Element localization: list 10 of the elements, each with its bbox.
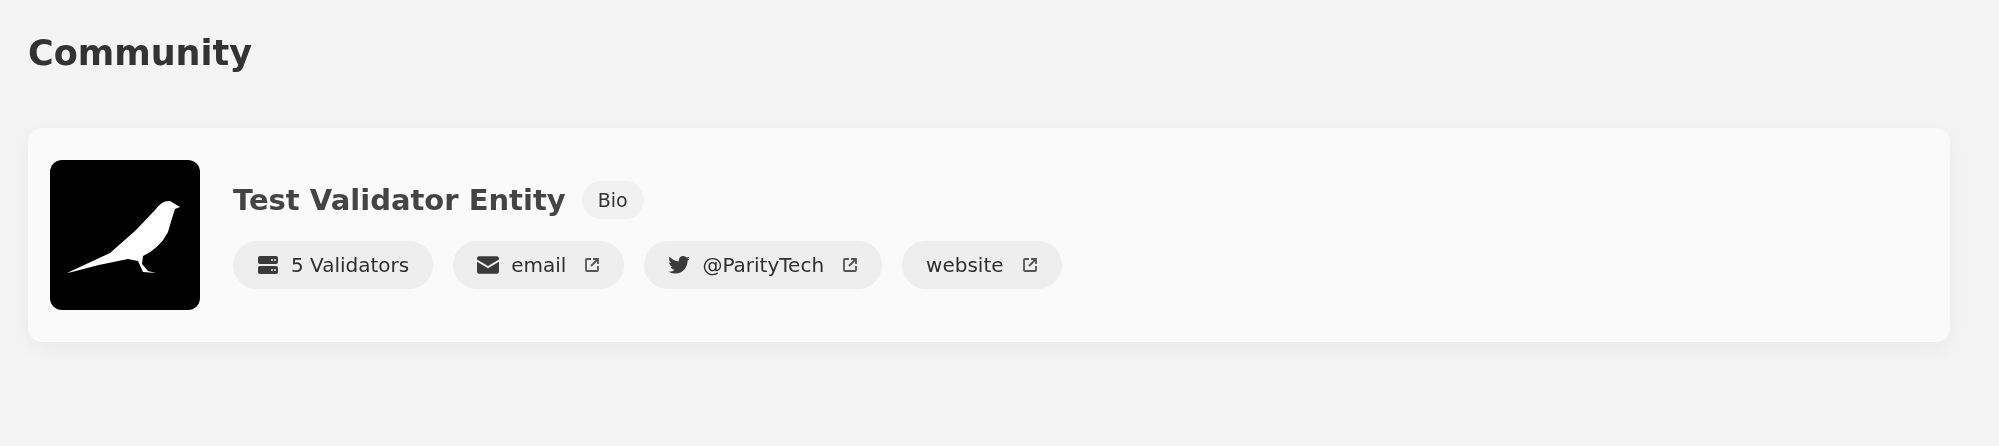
link-chip[interactable]: website (902, 241, 1062, 289)
link-chip[interactable]: 5 Validators (233, 241, 434, 289)
link-chip[interactable]: email (453, 241, 625, 289)
section-title: Community (28, 32, 253, 75)
bio-button[interactable]: Bio (581, 181, 644, 219)
link-chip[interactable]: @ParityTech (644, 241, 883, 289)
envelope-icon (477, 256, 500, 274)
server-icon (257, 256, 279, 274)
entity-name: Test Validator Entity (233, 183, 566, 217)
bird-icon (668, 256, 691, 274)
